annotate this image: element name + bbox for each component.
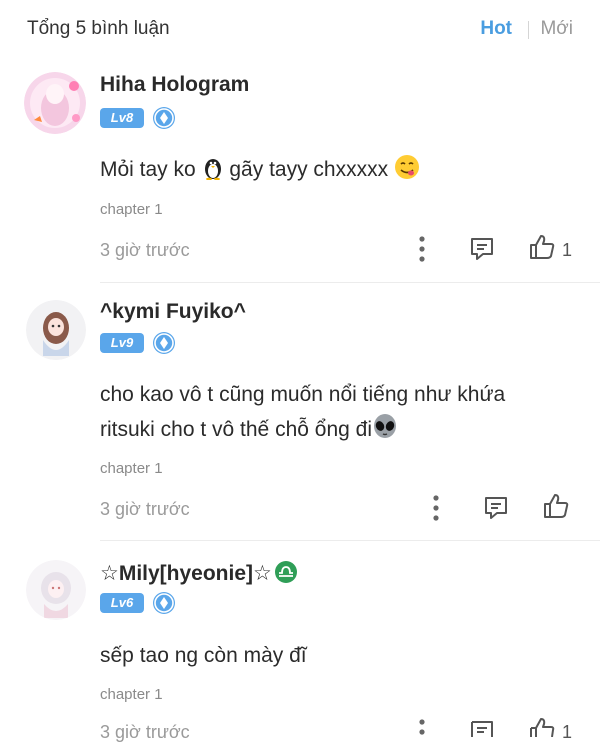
like-count: 1 xyxy=(562,722,573,742)
thumbs-up-icon[interactable] xyxy=(542,492,570,525)
chapter-label[interactable]: chapter 1 xyxy=(100,460,163,477)
yum-face-emoji-icon xyxy=(394,154,420,191)
level-badge: Lv8 xyxy=(100,108,144,128)
diamond-badge-icon xyxy=(153,107,175,129)
more-options-icon[interactable] xyxy=(428,494,444,527)
alien-emoji-icon xyxy=(372,414,398,451)
comments-header: Tổng 5 bình luận Hot Mới xyxy=(0,0,600,62)
libra-badge-icon xyxy=(274,560,298,590)
divider xyxy=(100,540,600,541)
thumbs-up-icon[interactable] xyxy=(528,716,556,742)
timestamp: 3 giờ trước xyxy=(100,240,190,260)
comment-text: cho kao vô t cũng muốn nổi tiếng như khứ… xyxy=(100,377,570,451)
tab-hot[interactable]: Hot xyxy=(480,18,512,40)
comment-text: sếp tao ng còn mày đĩ xyxy=(100,644,307,667)
chapter-label[interactable]: chapter 1 xyxy=(100,686,163,703)
reply-icon[interactable] xyxy=(468,718,496,742)
diamond-badge-icon xyxy=(153,592,175,614)
avatar[interactable] xyxy=(26,560,86,620)
avatar[interactable] xyxy=(26,300,86,360)
username[interactable]: ☆Mily[hyeonie]☆ xyxy=(100,560,298,590)
diamond-badge-icon xyxy=(153,332,175,354)
tab-divider xyxy=(528,21,529,39)
divider xyxy=(100,282,600,283)
timestamp: 3 giờ trước xyxy=(100,722,190,742)
thumbs-up-icon[interactable] xyxy=(528,233,556,266)
reply-icon[interactable] xyxy=(482,494,510,527)
reply-icon[interactable] xyxy=(468,235,496,268)
more-options-icon[interactable] xyxy=(414,235,430,268)
comment-count: Tổng 5 bình luận xyxy=(27,18,170,39)
comment-text: Mỏi tay ko gãy tayy chxxxxx xyxy=(100,152,570,191)
username[interactable]: ^kymi Fuyiko^ xyxy=(100,300,246,324)
level-badge: Lv9 xyxy=(100,333,144,353)
level-badge: Lv6 xyxy=(100,593,144,613)
username[interactable]: Hiha Hologram xyxy=(100,73,249,97)
timestamp: 3 giờ trước xyxy=(100,499,190,519)
more-options-icon[interactable] xyxy=(414,718,430,742)
penguin-emoji-icon xyxy=(202,156,224,191)
tab-new[interactable]: Mới xyxy=(540,18,573,40)
chapter-label[interactable]: chapter 1 xyxy=(100,201,163,218)
avatar[interactable] xyxy=(24,72,86,134)
like-count: 1 xyxy=(562,240,573,260)
